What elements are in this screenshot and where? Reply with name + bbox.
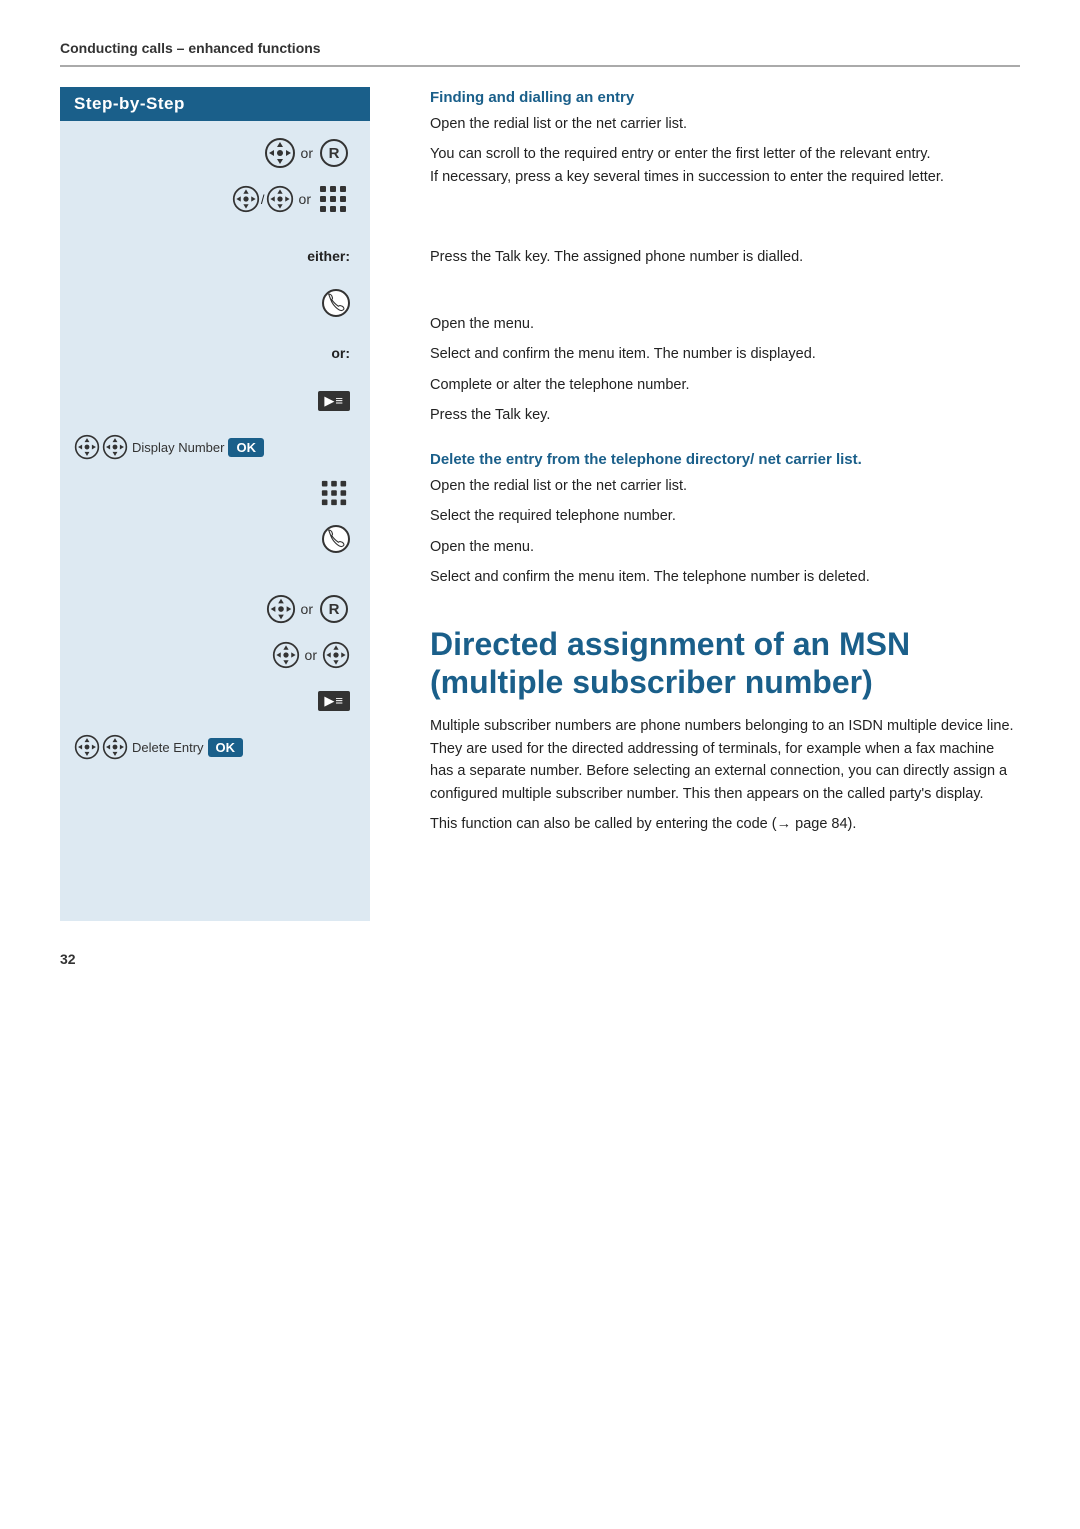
delete-entry-label: Delete Entry bbox=[132, 740, 204, 755]
step-row-display-number: Display Number OK bbox=[70, 429, 360, 465]
left-column: Step-by-Step bbox=[60, 87, 400, 921]
finding-text1: Open the redial list or the net carrier … bbox=[430, 113, 1020, 135]
step-row-nav-r: or R bbox=[70, 135, 360, 171]
step-row-del-nav-r: or R bbox=[70, 591, 360, 627]
msn-text2: This function can also be called by ente… bbox=[430, 813, 1020, 835]
menu-icon-1: ▶≡ bbox=[318, 391, 350, 411]
finding-text3: Press the Talk key. The assigned phone n… bbox=[430, 246, 1020, 268]
keypad-icon-2 bbox=[320, 479, 348, 507]
step-row-menu: ▶≡ bbox=[70, 383, 360, 419]
nav-icon-del-1 bbox=[266, 594, 296, 624]
ok-button-delete: OK bbox=[208, 738, 244, 757]
finding-text4: Open the menu. bbox=[430, 313, 1020, 335]
nav-icon-de-1 bbox=[74, 734, 100, 760]
delete-heading: Delete the entry from the telephone dire… bbox=[430, 451, 1020, 468]
nav-icon-dn-2 bbox=[102, 434, 128, 460]
delete-text3: Open the menu. bbox=[430, 536, 1020, 558]
finding-text2: You can scroll to the required entry or … bbox=[430, 143, 1020, 188]
nav-icon-1 bbox=[264, 137, 296, 169]
nav-icon-2b bbox=[266, 185, 294, 213]
page-number: 32 bbox=[60, 951, 1020, 967]
either-label: either: bbox=[70, 248, 360, 264]
msn-text1: Multiple subscriber numbers are phone nu… bbox=[430, 715, 1020, 805]
or-label-2: or bbox=[299, 191, 311, 207]
header-text: Conducting calls – enhanced functions bbox=[60, 40, 321, 56]
step-by-step-header: Step-by-Step bbox=[60, 87, 370, 121]
step-row-del-nav-nav: or bbox=[70, 637, 360, 673]
nav-icon-del-2b bbox=[322, 641, 350, 669]
step-by-step-box: Step-by-Step bbox=[60, 87, 370, 921]
step-row-talk bbox=[70, 285, 360, 321]
menu-icon-2: ▶≡ bbox=[318, 691, 350, 711]
finding-text6: Complete or alter the telephone number. bbox=[430, 374, 1020, 396]
r-button-icon-del: R bbox=[320, 595, 348, 623]
nav-icon-2a bbox=[232, 185, 260, 213]
step-row-or-colon: or: bbox=[70, 337, 360, 373]
or-label-1: or bbox=[301, 145, 313, 161]
nav-icon-dn-1 bbox=[74, 434, 100, 460]
display-number-label: Display Number bbox=[132, 440, 224, 455]
finding-heading: Finding and dialling an entry bbox=[430, 89, 1020, 106]
delete-text1: Open the redial list or the net carrier … bbox=[430, 475, 1020, 497]
step-row-keypad2 bbox=[70, 475, 360, 511]
finding-text5: Select and confirm the menu item. The nu… bbox=[430, 343, 1020, 365]
r-button-icon: R bbox=[320, 139, 348, 167]
or-label-del-2: or bbox=[305, 647, 317, 663]
main-layout: Step-by-Step bbox=[60, 87, 1020, 921]
page-header: Conducting calls – enhanced functions bbox=[60, 40, 1020, 67]
delete-text4: Select and confirm the menu item. The te… bbox=[430, 566, 1020, 588]
nav-icon-del-2a bbox=[272, 641, 300, 669]
keypad-icon-1 bbox=[318, 184, 348, 214]
talk-key-icon-2 bbox=[322, 525, 350, 553]
step-row-talk2 bbox=[70, 521, 360, 557]
msn-heading: Directed assignment of an MSN (multiple … bbox=[430, 625, 1020, 702]
delete-text2: Select the required telephone number. bbox=[430, 505, 1020, 527]
ok-button-display: OK bbox=[228, 438, 264, 457]
step-row-double-nav: / or bbox=[70, 181, 360, 217]
or-label-del-1: or bbox=[301, 601, 313, 617]
step-by-step-body: or R bbox=[60, 121, 370, 921]
nav-icon-de-2 bbox=[102, 734, 128, 760]
page: Conducting calls – enhanced functions St… bbox=[0, 0, 1080, 1529]
step-row-either: either: bbox=[70, 239, 360, 275]
finding-text7: Press the Talk key. bbox=[430, 404, 1020, 426]
step-row-delete-entry: Delete Entry OK bbox=[70, 729, 360, 765]
or-colon-label: or: bbox=[70, 345, 360, 361]
talk-key-icon bbox=[322, 289, 350, 317]
right-column: Finding and dialling an entry Open the r… bbox=[400, 87, 1020, 921]
step-row-del-menu: ▶≡ bbox=[70, 683, 360, 719]
